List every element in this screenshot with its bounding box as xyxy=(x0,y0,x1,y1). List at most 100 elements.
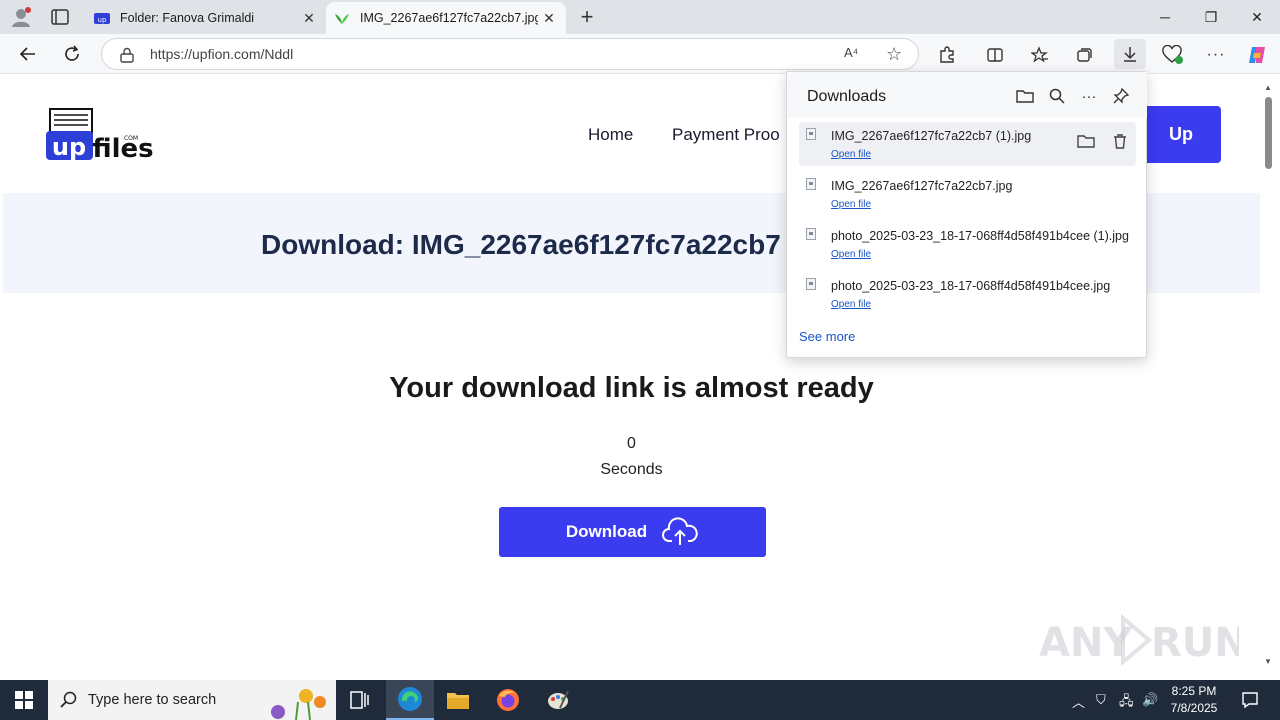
tab-image[interactable]: IMG_2267ae6f127fc7a22cb7.jpg ✕ xyxy=(326,2,566,34)
folder-icon xyxy=(1016,90,1034,103)
anyrun-watermark: ANY RUN xyxy=(1039,613,1239,667)
show-in-folder-button[interactable] xyxy=(1075,130,1097,152)
profile-icon[interactable] xyxy=(10,6,32,28)
download-item[interactable]: photo_2025-03-23_18-17-068ff4d58f491b4ce… xyxy=(799,272,1136,316)
pin-downloads-button[interactable] xyxy=(1111,86,1131,106)
minimize-button[interactable]: ─ xyxy=(1150,6,1180,28)
url-text[interactable]: https://upfion.com/Nddl xyxy=(150,46,293,62)
browser-essentials-button[interactable] xyxy=(1160,42,1186,68)
svg-text:ANY: ANY xyxy=(1039,620,1133,666)
lock-icon[interactable] xyxy=(120,47,134,63)
clock-time: 8:25 PM xyxy=(1171,684,1217,698)
split-screen-button[interactable] xyxy=(982,42,1008,68)
downloads-title: Downloads xyxy=(807,88,887,105)
search-downloads-button[interactable] xyxy=(1047,86,1067,106)
download-item[interactable]: IMG_2267ae6f127fc7a22cb7 (1).jpg Open fi… xyxy=(799,122,1136,166)
svg-text:up: up xyxy=(98,16,107,24)
notifications-button[interactable] xyxy=(1230,680,1270,720)
tab-strip: up Folder: Fanova Grimaldi ✕ IMG_2267ae6… xyxy=(0,0,1280,34)
download-item[interactable]: photo_2025-03-23_18-17-068ff4d58f491b4ce… xyxy=(799,222,1136,266)
firefox-icon xyxy=(497,689,519,711)
new-tab-button[interactable]: + xyxy=(576,4,598,29)
clock-date: 7/8/2025 xyxy=(1170,701,1218,715)
refresh-button[interactable] xyxy=(60,42,84,66)
show-hidden-icons-icon[interactable]: ︿ xyxy=(1072,692,1085,711)
favorites-button[interactable] xyxy=(1027,42,1053,68)
heart-pulse-icon xyxy=(1162,45,1183,64)
download-button[interactable]: Download xyxy=(499,507,766,557)
taskbar-app-paint[interactable] xyxy=(534,680,582,720)
nav-payment-proof-link[interactable]: Payment Proo xyxy=(672,125,780,145)
image-file-icon xyxy=(806,178,816,190)
download-filename: photo_2025-03-23_18-17-068ff4d58f491b4ce… xyxy=(831,279,1111,293)
favorite-star-icon[interactable]: ☆ xyxy=(886,44,902,65)
pin-icon xyxy=(1113,88,1129,104)
taskbar-file-explorer[interactable] xyxy=(434,680,482,720)
network-icon[interactable]: 🖧 xyxy=(1119,692,1134,714)
close-tab-icon[interactable]: ✕ xyxy=(538,7,560,29)
split-screen-icon xyxy=(987,48,1003,62)
defender-icon[interactable]: ⛉ xyxy=(1096,692,1106,708)
download-button-label: Download xyxy=(565,522,648,541)
taskbar-clock[interactable]: 8:25 PM 7/8/2025 xyxy=(1166,683,1222,717)
leaf-favicon-icon xyxy=(335,14,349,24)
paint-palette-icon xyxy=(548,690,569,709)
taskbar-firefox[interactable] xyxy=(484,680,532,720)
read-aloud-icon[interactable]: A⁴ xyxy=(844,45,858,60)
svg-text:files: files xyxy=(92,134,153,162)
svg-text:RUN: RUN xyxy=(1151,620,1239,666)
svg-text:up: up xyxy=(52,133,86,161)
open-file-link[interactable]: Open file xyxy=(831,149,871,160)
search-highlight-flowers-icon xyxy=(271,689,326,720)
scroll-thumb[interactable] xyxy=(1265,97,1272,169)
tab-folder[interactable]: up Folder: Fanova Grimaldi ✕ xyxy=(86,2,326,34)
tab-actions-icon[interactable] xyxy=(50,8,70,26)
open-file-link[interactable]: Open file xyxy=(831,199,871,210)
back-button[interactable] xyxy=(16,42,40,66)
tab-title: IMG_2267ae6f127fc7a22cb7.jpg xyxy=(360,11,538,25)
delete-download-button[interactable] xyxy=(1109,130,1131,152)
page-scrollbar[interactable]: ▲ ▼ xyxy=(1260,75,1278,675)
refresh-icon xyxy=(65,45,79,61)
collections-button[interactable] xyxy=(1071,42,1097,68)
trash-icon xyxy=(1114,134,1126,149)
favorites-icon xyxy=(1031,46,1048,63)
more-dots-icon: ··· xyxy=(1081,87,1097,105)
download-filename: IMG_2267ae6f127fc7a22cb7.jpg xyxy=(831,179,1013,193)
open-file-link[interactable]: Open file xyxy=(831,249,871,260)
collections-icon xyxy=(1077,48,1092,62)
download-filename: photo_2025-03-23_18-17-068ff4d58f491b4ce… xyxy=(831,229,1129,243)
folder-icon xyxy=(1077,135,1095,148)
upfiles-logo[interactable]: up files COM xyxy=(45,107,153,162)
open-file-link[interactable]: Open file xyxy=(831,299,871,310)
puzzle-icon xyxy=(940,46,954,63)
file-explorer-icon xyxy=(447,693,469,709)
upfiles-favicon-icon: up xyxy=(94,13,110,24)
restore-button[interactable]: ❐ xyxy=(1196,6,1226,28)
scroll-down-arrow-icon[interactable]: ▼ xyxy=(1264,657,1272,666)
downloads-more-button[interactable]: ··· xyxy=(1079,86,1099,106)
task-view-button[interactable] xyxy=(336,680,384,720)
settings-more-button[interactable]: ··· xyxy=(1203,42,1229,68)
volume-icon[interactable]: 🔊 xyxy=(1142,692,1158,708)
close-tab-icon[interactable]: ✕ xyxy=(298,7,320,29)
extensions-button[interactable] xyxy=(934,42,960,68)
start-button[interactable] xyxy=(0,680,48,720)
copilot-button[interactable] xyxy=(1244,42,1270,68)
notification-icon xyxy=(1242,692,1258,709)
tab-title: Folder: Fanova Grimaldi xyxy=(120,11,255,25)
countdown-value: 0 xyxy=(627,435,636,452)
image-file-icon xyxy=(806,128,816,140)
open-downloads-folder-button[interactable] xyxy=(1015,86,1035,106)
download-item[interactable]: IMG_2267ae6f127fc7a22cb7.jpg Open file xyxy=(799,172,1136,216)
close-window-button[interactable]: ✕ xyxy=(1242,6,1272,28)
more-dots-icon: ··· xyxy=(1206,46,1226,63)
see-more-link[interactable]: See more xyxy=(799,329,855,344)
taskbar-search-box[interactable]: Type here to search xyxy=(48,680,336,720)
nav-home-link[interactable]: Home xyxy=(588,125,633,145)
cloud-upload-icon xyxy=(662,517,698,545)
taskbar-edge[interactable] xyxy=(386,680,434,720)
scroll-up-arrow-icon[interactable]: ▲ xyxy=(1264,83,1272,92)
downloads-button[interactable] xyxy=(1114,39,1146,69)
address-bar[interactable]: https://upfion.com/Nddl A⁴ ☆ xyxy=(101,38,919,70)
